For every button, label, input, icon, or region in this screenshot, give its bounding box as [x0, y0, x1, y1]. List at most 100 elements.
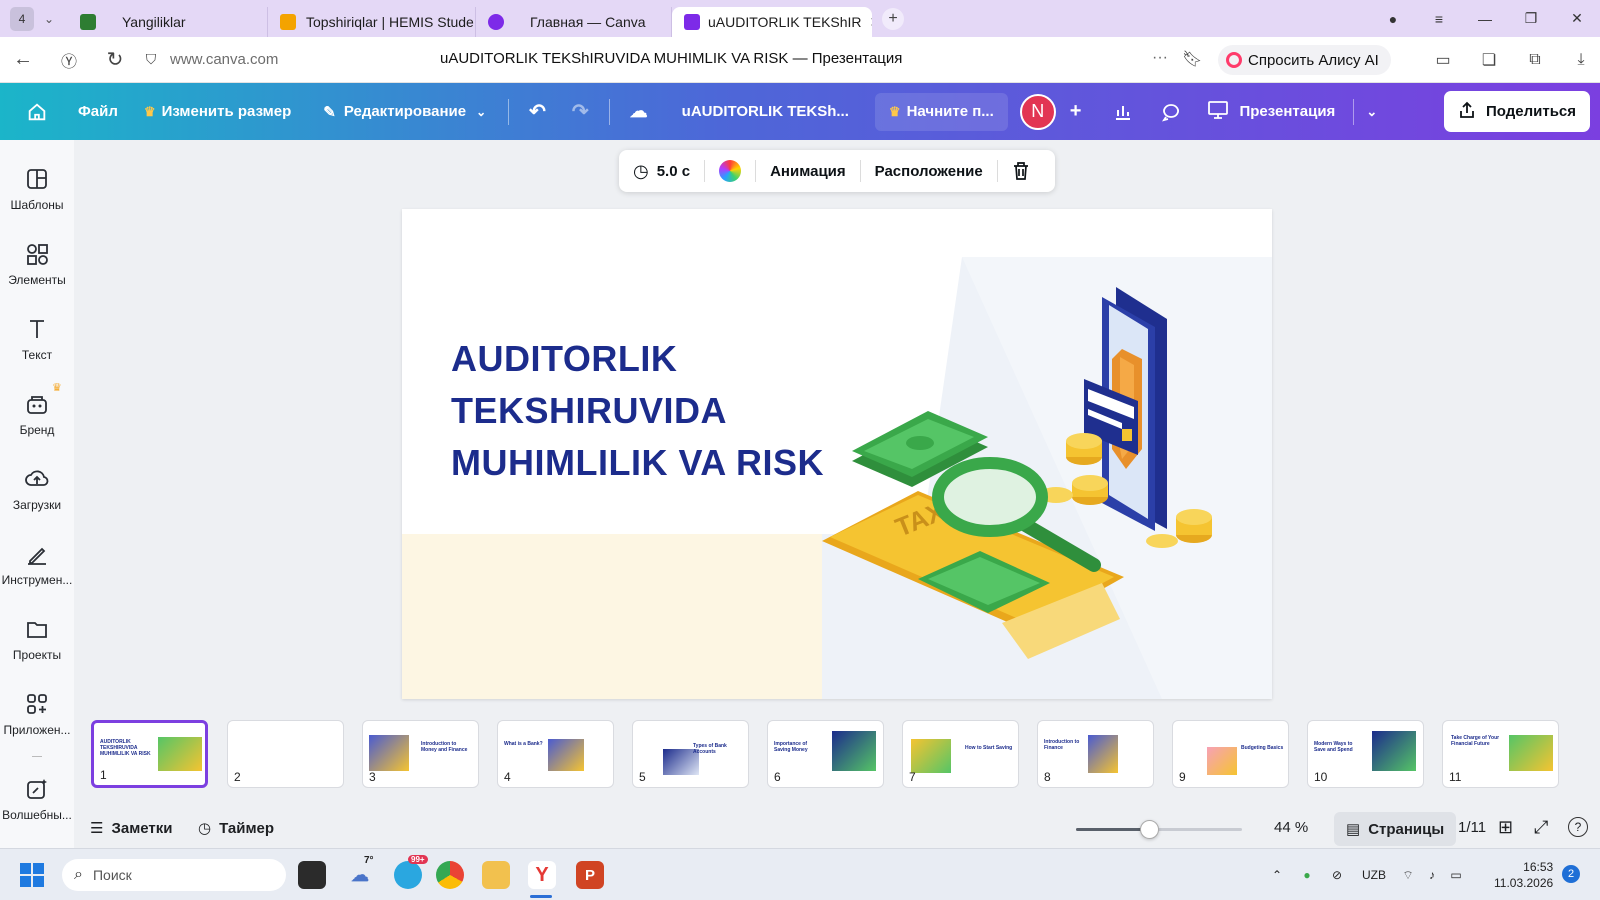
thumbnail-number: 1: [100, 768, 107, 782]
zoom-slider[interactable]: [1076, 820, 1242, 839]
new-tab-button[interactable]: +: [882, 7, 904, 30]
window-close-icon[interactable]: ✕: [1554, 10, 1600, 27]
volume-icon[interactable]: ♪: [1420, 868, 1444, 882]
tab-yangiliklar[interactable]: Yangiliklar: [68, 7, 268, 37]
thumbnail-page-10[interactable]: Modern Ways to Save and Spend 10: [1307, 720, 1424, 788]
tab-count-button[interactable]: 4: [10, 6, 34, 31]
battery-saver-icon[interactable]: ▭: [1420, 50, 1466, 70]
chevron-up-icon[interactable]: ⌃: [1262, 868, 1292, 882]
redo-icon[interactable]: ↷: [572, 99, 589, 124]
editing-menu[interactable]: ✎ Редактирование ⌄: [323, 103, 486, 121]
insights-icon[interactable]: [1113, 102, 1133, 122]
add-collaborator-icon[interactable]: +: [1070, 100, 1082, 123]
notification-badge[interactable]: 2: [1562, 865, 1580, 883]
tab-hemis[interactable]: Topshiriqlar | HEMIS Stude: [268, 7, 476, 37]
present-options-chevron-icon[interactable]: ⌄: [1366, 104, 1377, 120]
zoom-level[interactable]: 44 %: [1274, 819, 1308, 836]
share-button[interactable]: Поделиться: [1444, 91, 1590, 132]
weather-icon[interactable]: ☁ 7°: [346, 855, 374, 889]
thumbnail-page-4[interactable]: What is a Bank? 4: [497, 720, 614, 788]
sidebar-item-brand[interactable]: ♛ Бренд: [0, 382, 74, 437]
help-icon[interactable]: ?: [1568, 817, 1588, 837]
sidebar-item-apps[interactable]: Приложен...: [0, 691, 74, 737]
thumbnail-page-8[interactable]: Introduction to Finance 8: [1037, 720, 1154, 788]
zoom-slider-handle[interactable]: [1140, 820, 1159, 839]
delete-button[interactable]: [998, 150, 1044, 192]
thumbnail-page-1[interactable]: AUDITORLIK TEKSHIRUVIDA MUHIMLILIK VA RI…: [91, 720, 208, 788]
finance-illustration[interactable]: TAX: [822, 279, 1272, 699]
hidden-eye-icon[interactable]: ⊘: [1322, 868, 1352, 882]
search-icon: ⌕: [74, 866, 83, 883]
download-icon[interactable]: ⤓: [1558, 51, 1600, 69]
thumbnail-page-3[interactable]: Introduction to Money and Finance 3: [362, 720, 479, 788]
grid-view-icon[interactable]: ⊞: [1498, 817, 1513, 838]
menu-icon[interactable]: ≡: [1416, 11, 1462, 27]
close-icon[interactable]: ✕: [870, 14, 872, 31]
present-button[interactable]: Презентация: [1207, 100, 1335, 124]
color-button[interactable]: [705, 150, 755, 192]
alice-ai-button[interactable]: Спросить Алису AI: [1218, 45, 1391, 75]
yandex-browser-icon[interactable]: Y: [528, 861, 556, 889]
chevron-down-icon[interactable]: ⌄: [44, 12, 68, 26]
chrome-icon[interactable]: [436, 861, 464, 889]
profile-icon[interactable]: ●: [1370, 11, 1416, 27]
tray-app-icon[interactable]: ●: [1292, 868, 1322, 882]
cloud-saved-icon[interactable]: ☁: [630, 101, 648, 122]
task-view-icon[interactable]: [298, 861, 326, 889]
resize-button[interactable]: ♛ Изменить размер: [144, 103, 291, 120]
page-counter[interactable]: 1/11: [1458, 819, 1486, 836]
duration-button[interactable]: ◷ 5.0 с: [619, 150, 704, 192]
sidebar-item-text[interactable]: Текст: [0, 316, 74, 362]
document-title[interactable]: uAUDITORLIK TEKSh...: [682, 103, 849, 120]
language-indicator[interactable]: UZB: [1352, 868, 1396, 882]
taskbar-search-field[interactable]: ⌕ Поиск: [62, 859, 286, 891]
extensions-icon[interactable]: ⧉: [1512, 51, 1558, 69]
telegram-icon[interactable]: 99+: [394, 855, 428, 889]
minimize-icon[interactable]: —: [1462, 11, 1508, 27]
thumbnail-page-7[interactable]: How to Start Saving 7: [902, 720, 1019, 788]
bookmark-icon[interactable]: 🔖︎: [1182, 49, 1202, 69]
windows-start-icon[interactable]: [20, 863, 44, 887]
thumbnail-page-6[interactable]: Importance of Saving Money 6: [767, 720, 884, 788]
sidebar-item-tools[interactable]: Инструмен...: [0, 541, 74, 587]
tab-presentation[interactable]: uAUDITORLIK TEKShIR ✕: [672, 7, 872, 37]
restore-icon[interactable]: ❐: [1508, 10, 1554, 27]
file-explorer-icon[interactable]: [482, 861, 510, 889]
home-icon[interactable]: [0, 101, 74, 123]
start-trial-button[interactable]: ♛ Начните п...: [874, 92, 1008, 131]
powerpoint-icon[interactable]: P: [576, 861, 604, 889]
yandex-icon[interactable]: Ⓨ: [46, 48, 92, 72]
battery-icon[interactable]: ▭: [1444, 868, 1468, 882]
fullscreen-icon[interactable]: ⤢: [1534, 817, 1548, 838]
slide-title[interactable]: AUDITORLIK TEKSHIRUVIDA MUHIMLILIK VA RI…: [451, 333, 824, 489]
avatar[interactable]: N: [1019, 93, 1056, 130]
shield-icon[interactable]: ⛉: [138, 51, 164, 68]
notes-button[interactable]: ☰ Заметки: [90, 819, 173, 838]
comment-icon[interactable]: [1161, 102, 1181, 122]
undo-icon[interactable]: ↶: [529, 99, 546, 124]
thumbnail-page-9[interactable]: Budgeting Basics 9: [1172, 720, 1289, 788]
more-icon[interactable]: ···: [1152, 49, 1168, 67]
thumbnail-page-5[interactable]: Types of Bank Accounts 5: [632, 720, 749, 788]
url-field[interactable]: www.canva.com: [170, 51, 278, 68]
slide-title-line: TEKSHIRUVIDA: [451, 390, 728, 431]
thumbnail-page-11[interactable]: Take Charge of Your Financial Future 11: [1442, 720, 1559, 788]
back-icon[interactable]: ←: [0, 48, 46, 71]
taskbar-clock[interactable]: 16:53 11.03.2026: [1494, 859, 1553, 891]
sidebar-item-uploads[interactable]: Загрузки: [0, 466, 74, 512]
reload-icon[interactable]: ↻: [92, 47, 138, 72]
animation-button[interactable]: Анимация: [756, 150, 860, 192]
thumbnail-page-2[interactable]: 2: [227, 720, 344, 788]
sidebar-item-projects[interactable]: Проекты: [0, 616, 74, 662]
timer-button[interactable]: ◷ Таймер: [198, 819, 274, 838]
position-button[interactable]: Расположение: [861, 150, 997, 192]
slide-canvas[interactable]: AUDITORLIK TEKSHIRUVIDA MUHIMLILIK VA RI…: [402, 209, 1272, 699]
tab-canva-home[interactable]: Главная — Canva: [476, 7, 672, 37]
sidebar-item-templates[interactable]: Шаблоны: [0, 166, 74, 212]
pages-button[interactable]: ▤ Страницы: [1334, 812, 1457, 846]
wifi-icon[interactable]: ⌔: [1396, 868, 1420, 883]
sidebar-item-elements[interactable]: Элементы: [0, 241, 74, 287]
sidebar-item-magic[interactable]: Волшебны...: [0, 776, 74, 822]
collections-icon[interactable]: ❏: [1466, 50, 1512, 70]
file-menu[interactable]: Файл: [78, 103, 118, 120]
